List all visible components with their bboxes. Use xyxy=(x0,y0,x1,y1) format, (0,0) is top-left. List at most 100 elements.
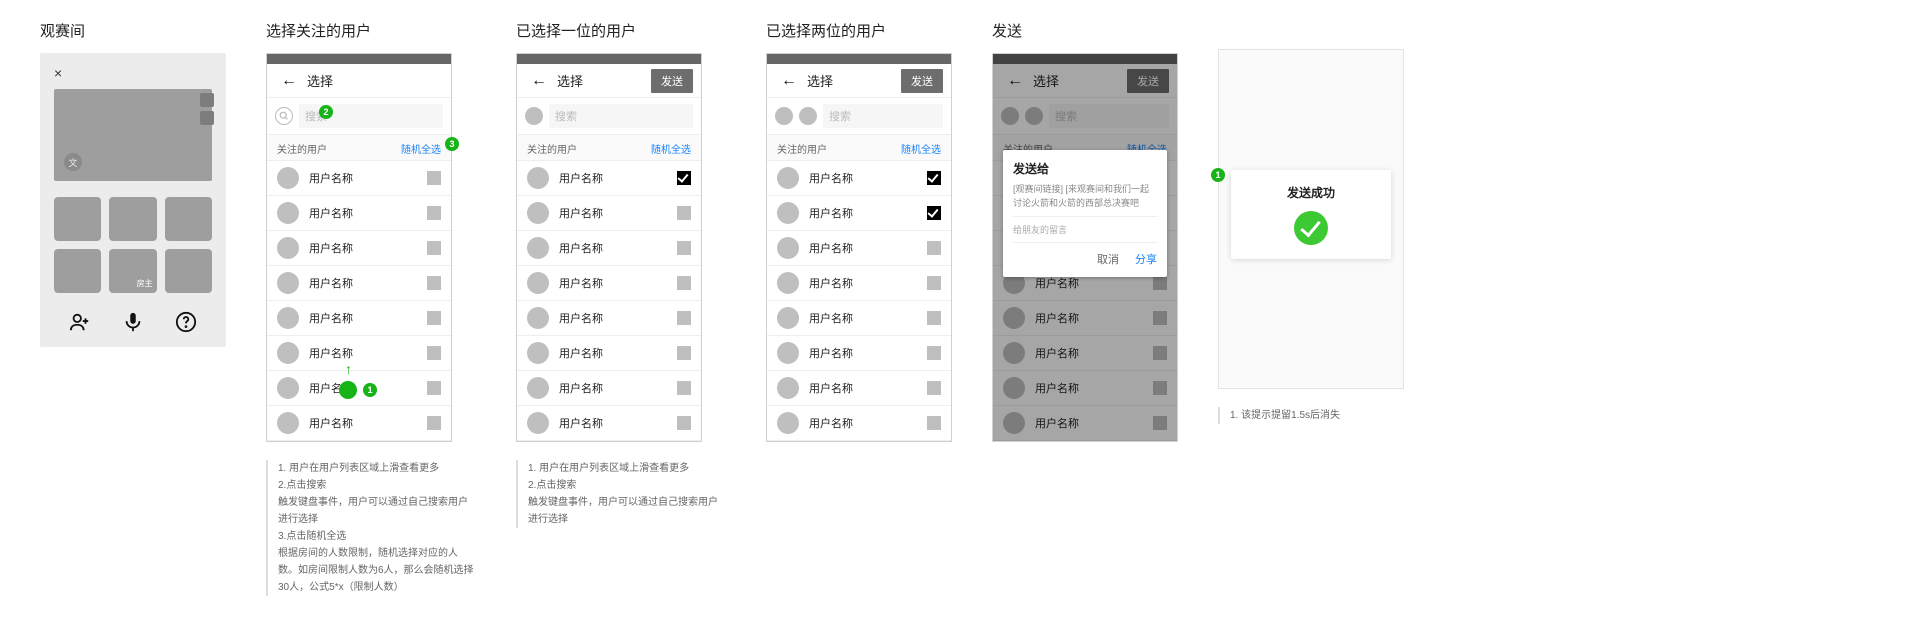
user-row[interactable]: 用户名称 xyxy=(267,231,451,266)
avatar xyxy=(277,237,299,259)
page-title: 选择 xyxy=(553,71,651,90)
selected-chip[interactable] xyxy=(775,107,793,125)
dialog-message-input[interactable]: 给朋友的留言 xyxy=(1013,216,1157,243)
seat[interactable] xyxy=(54,249,101,293)
add-user-icon[interactable] xyxy=(69,311,91,333)
checkbox[interactable] xyxy=(927,311,941,325)
checkbox[interactable] xyxy=(427,171,441,185)
gesture-dot xyxy=(339,381,357,399)
avatar xyxy=(527,377,549,399)
checkbox-checked[interactable] xyxy=(677,171,691,185)
checkbox[interactable] xyxy=(427,241,441,255)
stage-title-two: 已选择两位的用户 xyxy=(766,20,952,41)
avatar xyxy=(777,202,799,224)
checkbox[interactable] xyxy=(427,346,441,360)
checkbox[interactable] xyxy=(427,416,441,430)
user-row[interactable]: 用户名称 xyxy=(267,406,451,441)
seat[interactable] xyxy=(54,197,101,241)
avatar xyxy=(277,202,299,224)
checkbox[interactable] xyxy=(927,381,941,395)
user-row[interactable]: 用户名称 xyxy=(517,196,701,231)
user-row[interactable]: 用户名称 xyxy=(767,406,951,441)
share-button[interactable]: 分享 xyxy=(1135,251,1157,267)
back-icon[interactable]: ← xyxy=(775,72,803,90)
section-title: 关注的用户 xyxy=(277,141,327,156)
checkbox[interactable] xyxy=(677,276,691,290)
checkbox-checked[interactable] xyxy=(927,206,941,220)
user-row[interactable]: 用户名称 xyxy=(517,371,701,406)
seat[interactable] xyxy=(165,249,212,293)
checkbox[interactable] xyxy=(677,206,691,220)
user-row[interactable]: 用户名称 xyxy=(767,301,951,336)
user-row[interactable]: 用户名称 xyxy=(767,231,951,266)
checkbox[interactable] xyxy=(427,311,441,325)
checkbox[interactable] xyxy=(677,416,691,430)
user-row[interactable]: 用户名称 xyxy=(517,231,701,266)
back-icon[interactable]: ← xyxy=(275,72,303,90)
search-input[interactable]: 搜索 xyxy=(823,104,943,128)
send-button[interactable]: 发送 xyxy=(901,69,943,93)
user-row[interactable]: 用户名称 xyxy=(267,266,451,301)
seat-host[interactable]: 房主 xyxy=(109,249,156,293)
user-row[interactable]: 用户名称 xyxy=(517,336,701,371)
avatar xyxy=(527,167,549,189)
notes-block: 1. 该提示提留1.5s后消失 xyxy=(1218,407,1404,424)
back-icon[interactable]: ← xyxy=(525,72,553,90)
user-row[interactable]: 用户名称 xyxy=(767,266,951,301)
user-row[interactable]: 用户名称 xyxy=(767,336,951,371)
status-bar xyxy=(267,54,451,64)
room-screen: × 文 房主 xyxy=(40,53,226,347)
dialog-body: [观赛间链接] [来观赛间和我们一起讨论火箭和火箭的西部总决赛吧 xyxy=(1013,183,1157,210)
random-select-button[interactable]: 随机全选 xyxy=(401,141,441,156)
user-row[interactable]: 用户名称 xyxy=(517,406,701,441)
random-select-button[interactable]: 随机全选 xyxy=(651,141,691,156)
seat[interactable] xyxy=(109,197,156,241)
user-row[interactable]: 用户名称 xyxy=(517,161,701,196)
avatar xyxy=(277,377,299,399)
phone-send-dialog: ← 选择 发送 搜索 关注的用户 随机全选 用户名称 用户名称 用户名称 用户名… xyxy=(992,53,1178,442)
close-icon[interactable]: × xyxy=(48,61,218,85)
checkbox-checked[interactable] xyxy=(927,171,941,185)
checkbox[interactable] xyxy=(427,206,441,220)
cancel-button[interactable]: 取消 xyxy=(1097,251,1119,267)
checkbox[interactable] xyxy=(677,346,691,360)
help-icon[interactable] xyxy=(175,311,197,333)
share-dialog: 发送给 [观赛间链接] [来观赛间和我们一起讨论火箭和火箭的西部总决赛吧 给朋友… xyxy=(1003,150,1167,277)
user-row[interactable]: 用户名称 xyxy=(767,371,951,406)
checkbox[interactable] xyxy=(677,241,691,255)
user-row[interactable]: 用户名称 xyxy=(517,301,701,336)
checkbox[interactable] xyxy=(927,241,941,255)
seat[interactable] xyxy=(165,197,212,241)
mic-icon[interactable] xyxy=(122,311,144,333)
stage-title-send: 发送 xyxy=(992,20,1178,41)
checkbox[interactable] xyxy=(927,416,941,430)
avatar xyxy=(277,307,299,329)
user-row[interactable]: 用户名称 xyxy=(517,266,701,301)
user-row[interactable]: 用户名称 xyxy=(267,336,451,371)
avatar xyxy=(777,237,799,259)
send-button[interactable]: 发送 xyxy=(651,69,693,93)
side-thumb[interactable] xyxy=(200,93,214,107)
side-thumb[interactable] xyxy=(200,111,214,125)
checkbox[interactable] xyxy=(677,311,691,325)
random-select-button[interactable]: 随机全选 xyxy=(901,141,941,156)
checkbox[interactable] xyxy=(927,346,941,360)
user-row[interactable]: 用户名称 xyxy=(767,161,951,196)
checkbox[interactable] xyxy=(927,276,941,290)
annotation-1: 1 xyxy=(363,383,377,397)
avatar xyxy=(277,342,299,364)
user-row[interactable]: 用户名称 xyxy=(267,301,451,336)
selected-chip[interactable] xyxy=(799,107,817,125)
checkbox[interactable] xyxy=(427,381,441,395)
section-title: 关注的用户 xyxy=(527,141,577,156)
search-input[interactable]: 搜索 xyxy=(549,104,693,128)
user-row[interactable]: 用户名称 xyxy=(267,161,451,196)
selected-chip[interactable] xyxy=(525,107,543,125)
checkbox[interactable] xyxy=(677,381,691,395)
search-icon[interactable] xyxy=(275,107,293,125)
checkbox[interactable] xyxy=(427,276,441,290)
user-row[interactable]: 用户名称 xyxy=(767,196,951,231)
notes-block: 1. 用户在用户列表区域上滑查看更多 2.点击搜索 触发键盘事件，用户可以通过自… xyxy=(516,460,726,528)
user-row[interactable]: 用户名称 xyxy=(267,371,451,406)
user-row[interactable]: 用户名称 xyxy=(267,196,451,231)
